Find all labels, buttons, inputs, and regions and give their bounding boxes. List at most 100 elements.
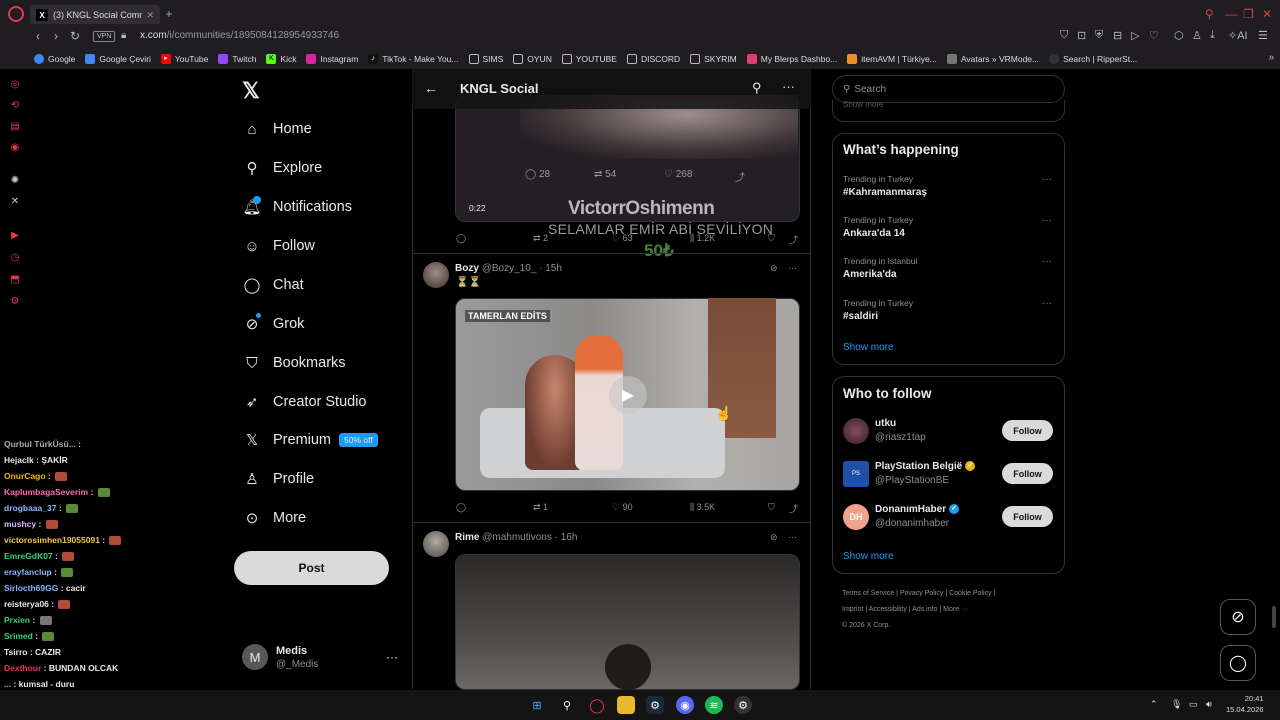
reply-icon[interactable]: ◯ [456,502,466,513]
bookmark-twitch[interactable]: Twitch [218,54,256,64]
play-icon[interactable]: ▷ [1131,29,1139,42]
tabs-sidebar-icon[interactable]: ⬒ [9,274,21,286]
like-button[interactable]: ♡ 90 [612,502,633,513]
spotify-icon[interactable]: ≋ [705,696,723,714]
aria-ai-icon[interactable]: ✧AI [1228,29,1248,42]
nav-item-premium[interactable]: 𝕏 Premium 50% off [243,427,378,453]
search-icon[interactable]: ⚲ [558,696,576,714]
play-button-icon[interactable]: ▶ [609,376,647,414]
trend-more-icon[interactable]: ··· [1042,174,1052,185]
reply-icon[interactable]: ◯ [456,233,466,244]
post-more-icon[interactable]: ··· [788,263,797,273]
trend-more-icon[interactable]: ··· [1042,256,1052,267]
community-more-icon[interactable]: ··· [782,79,795,94]
nav-item-more[interactable]: ⊙ More [243,505,306,531]
suggested-user-name[interactable]: DonanımHaber ✓ [875,504,960,515]
account-icon[interactable]: ♙ [1192,29,1202,42]
back-arrow-icon[interactable]: ← [424,80,438,96]
nav-item-chat[interactable]: ◯ Chat [243,272,304,298]
nav-item-explore[interactable]: ⚲ Explore [243,155,323,181]
bookmark-vrmodels[interactable]: Avatars » VRMode... [946,54,1039,64]
follow-button[interactable]: Follow [1002,463,1053,484]
volume-icon[interactable]: 🔊︎ [1206,699,1212,710]
vpn-badge[interactable]: VPN [93,31,116,42]
reload-icon[interactable]: ↻ [70,29,80,43]
search-tabs-icon[interactable]: ⚲ [1205,7,1214,21]
post-author[interactable]: Bozy @Bozy_10_ · 15h [455,263,562,274]
avatar[interactable] [423,531,449,557]
menu-icon[interactable]: ☰ [1258,29,1268,42]
new-tab-button[interactable]: + [162,7,176,21]
avatar[interactable]: DH [843,504,869,530]
bookmark-folder-sims[interactable]: SIMS [468,54,503,64]
follow-button[interactable]: Follow [1002,506,1053,527]
app-icon[interactable]: ⚙ [734,696,752,714]
settings-sidebar-icon[interactable]: ⚙ [9,296,21,308]
nav-item-grok[interactable]: ⊘ Grok [243,311,305,337]
bookmark-folder-youtube[interactable]: YOUTUBE [561,54,617,64]
show-more-link[interactable]: Show more [843,342,894,353]
nav-item-bookmarks[interactable]: ⛉ Bookmarks [243,350,345,376]
bookmark-itemavm[interactable]: itemAVM | Türkiye... [847,54,937,64]
bookmark-google[interactable]: Google [34,54,75,64]
url-field[interactable]: x.com/i/communities/1895084128954933746 [140,30,339,41]
messages-fab-icon[interactable]: ◯ [1220,645,1256,681]
bookmark-icon[interactable]: ⛉ [768,502,775,513]
bookmarks-overflow-icon[interactable]: » [1268,52,1274,63]
account-more-icon[interactable]: ··· [386,650,398,664]
share-icon[interactable]: ⤴ [789,502,798,515]
show-more-link[interactable]: Show more [843,551,894,562]
tab-close-icon[interactable]: ✕ [146,10,154,21]
grok-fab-icon[interactable]: ⊘ [1220,599,1256,635]
grok-post-icon[interactable]: ⊘ [770,263,778,274]
player-sidebar-icon[interactable]: ▶ [9,230,21,242]
close-window-button[interactable]: ✕ [1262,7,1272,21]
nav-item-profile[interactable]: ♙ Profile [243,466,314,492]
extensions-icon[interactable]: ⬡ [1174,29,1184,42]
avatar[interactable] [423,262,449,288]
downloads-icon[interactable]: ⤓ [1210,29,1215,42]
chatgpt-sidebar-icon[interactable]: ✺ [9,175,21,187]
footer-line[interactable]: Terms of Service | Privacy Policy | Cook… [842,586,1062,602]
follow-button[interactable]: Follow [1002,420,1053,441]
avatar[interactable] [843,418,869,444]
x-sidebar-icon[interactable]: ✕ [9,196,21,208]
show-more-link[interactable]: Show more [843,100,883,109]
bookmark-blerps[interactable]: My Blerps Dashbo... [746,54,837,64]
shield-icon[interactable]: ⛨ [1095,29,1103,42]
back-icon[interactable]: ‹ [36,29,40,43]
nav-item-home[interactable]: ⌂ Home [243,116,311,142]
opera-taskbar-icon[interactable]: ◯ [588,696,606,714]
messenger-sidebar-icon[interactable]: ◉ [9,142,21,154]
bookmark-folder-skyrim[interactable]: SKYRIM [690,54,737,64]
grok-post-icon[interactable]: ⊘ [770,532,778,543]
account-avatar[interactable]: M [242,644,268,670]
search-input[interactable]: ⚲ Search [832,75,1065,103]
history-sidebar-icon[interactable]: ⟲ [9,100,21,112]
x-logo-icon[interactable]: 𝕏 [242,78,260,104]
lock-icon[interactable]: 🔒︎ [121,30,126,41]
bookmark-ripper[interactable]: Search | RipperSt... [1049,54,1137,64]
bookmark-kick[interactable]: K Kick [266,54,296,64]
network-icon[interactable]: ▭ [1189,699,1198,710]
clock[interactable]: 20:41 15.04.2026 [1226,693,1264,715]
microphone-icon[interactable]: 🎙︎ [1171,699,1182,710]
nav-item-creator-studio[interactable]: ➶ Creator Studio [243,389,367,415]
file-explorer-icon[interactable] [617,696,635,714]
bookmark-folder-oyun[interactable]: OYUN [513,54,552,64]
views-button[interactable]: ⫼ 3.5K [690,502,715,513]
post-author[interactable]: Rime @mahmutivons · 16h [455,532,577,543]
maximize-button[interactable]: ❐ [1243,7,1254,21]
opera-logo-icon[interactable] [8,6,24,22]
account-name[interactable]: Medis [276,645,307,657]
trend-more-icon[interactable]: ··· [1042,215,1052,226]
tray-chevron-icon[interactable]: ⌃ [1150,699,1158,710]
bookmark-page-icon[interactable]: ⛉ [1060,29,1068,42]
bookmark-folder-discord[interactable]: DISCORD [626,54,680,64]
bookmark-tiktok[interactable]: ♪ TikTok - Make You... [368,54,459,64]
footer-line[interactable]: Imprint | Accessibility | Ads info | Mor… [842,602,1062,618]
post-button[interactable]: Post [234,551,389,585]
download-page-icon[interactable]: ⊟ [1113,29,1122,42]
screenshot-icon[interactable]: ⊡ [1077,29,1086,42]
discord-icon[interactable]: ◉ [676,696,694,714]
